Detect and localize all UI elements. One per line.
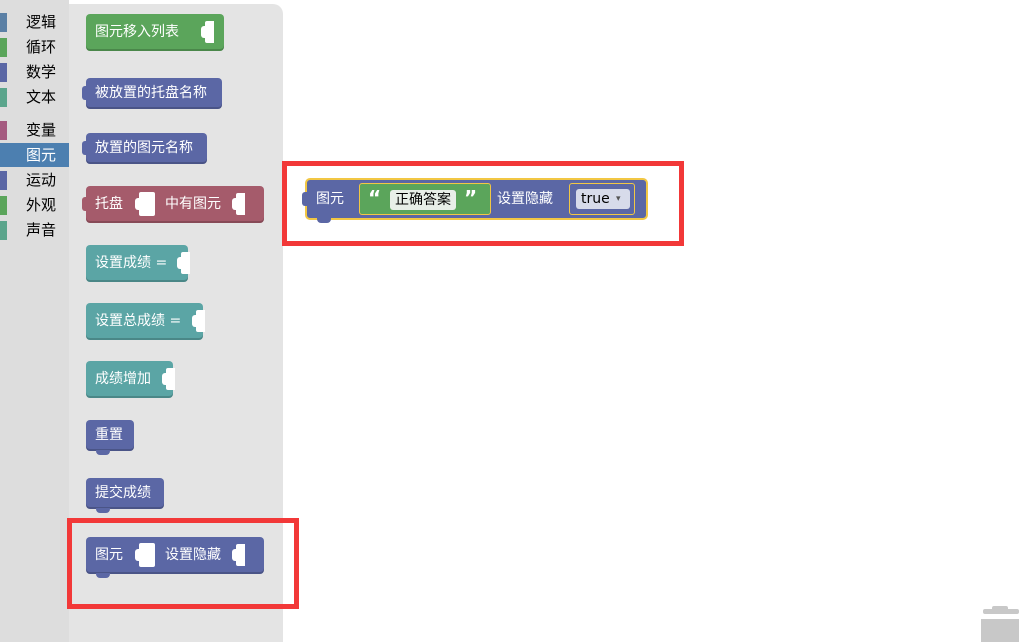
category-color-swatch — [0, 221, 7, 240]
dropdown-arrow-icon: ▾ — [616, 194, 621, 204]
category-label: 循环 — [26, 38, 57, 56]
block-label: 设置总成绩 = — [95, 313, 182, 329]
block-label: 图元 — [316, 191, 344, 207]
block-label: 放置的图元名称 — [95, 140, 193, 156]
block-placed-sprite-name[interactable]: 放置的图元名称 — [82, 133, 207, 164]
block-submit-score[interactable]: 提交成绩 — [86, 478, 164, 513]
output-connector — [82, 141, 88, 155]
block-sprite-set-hidden[interactable]: 图元 设置隐藏 — [86, 537, 264, 578]
next-connector — [317, 218, 331, 223]
category-color-swatch — [0, 13, 7, 32]
block-sprite-move-into-list[interactable]: 图元移入列表 — [86, 14, 224, 51]
block-label: 托盘 — [95, 196, 123, 212]
category-label: 数学 — [26, 63, 57, 81]
category-color-swatch — [0, 196, 7, 215]
input-socket — [135, 543, 155, 567]
block-label: 图元移入列表 — [95, 24, 179, 40]
category-label: 运动 — [26, 171, 57, 189]
block-label: 中有图元 — [165, 196, 221, 212]
category-sidebar: 逻辑 循环 数学 文本 变量 图元 运动 外观 声音 — [0, 0, 69, 642]
category-looks[interactable]: 外观 — [0, 193, 69, 217]
input-socket — [177, 252, 190, 274]
block-label: 成绩增加 — [95, 371, 151, 387]
category-label: 图元 — [26, 146, 57, 164]
block-reset[interactable]: 重置 — [86, 420, 134, 455]
input-socket — [192, 310, 205, 332]
category-color-swatch — [0, 88, 7, 107]
block-placed-tray-name[interactable]: 被放置的托盘名称 — [82, 78, 222, 109]
output-connector — [302, 192, 308, 206]
category-sound[interactable]: 声音 — [0, 218, 69, 242]
trash-lid — [983, 609, 1019, 614]
boolean-block[interactable]: true ▾ — [569, 183, 635, 215]
block-set-total-score[interactable]: 设置总成绩 = — [86, 303, 205, 340]
category-text[interactable]: 文本 — [0, 85, 69, 109]
block-score-increase[interactable]: 成绩增加 — [86, 361, 175, 398]
boolean-dropdown[interactable]: true ▾ — [576, 189, 630, 209]
category-variables[interactable]: 变量 — [0, 118, 69, 142]
block-label: 设置隐藏 — [165, 547, 221, 563]
input-socket — [232, 193, 245, 215]
category-loops[interactable]: 循环 — [0, 35, 69, 59]
category-color-swatch — [0, 121, 7, 140]
category-label: 文本 — [26, 88, 57, 106]
input-socket — [135, 192, 155, 216]
category-label: 声音 — [26, 221, 57, 239]
category-motion[interactable]: 运动 — [0, 168, 69, 192]
text-value-field[interactable]: 正确答案 — [390, 190, 456, 210]
block-label: 设置隐藏 — [497, 191, 553, 207]
block-set-score[interactable]: 设置成绩 = — [86, 245, 190, 282]
block-tray-has-sprite[interactable]: 托盘 中有图元 — [82, 186, 264, 223]
trash-can-icon[interactable] — [979, 606, 1021, 642]
output-connector — [82, 197, 88, 211]
input-socket — [162, 368, 175, 390]
block-label: 重置 — [95, 427, 123, 443]
category-label: 变量 — [26, 121, 57, 139]
category-math[interactable]: 数学 — [0, 60, 69, 84]
block-label: 被放置的托盘名称 — [95, 85, 207, 101]
open-quote-icon: “ — [368, 186, 382, 210]
category-color-swatch — [0, 38, 7, 57]
block-label: 图元 — [95, 547, 123, 563]
workspace-block-sprite-set-hidden[interactable]: 图元 “ 正确答案 ” 设置隐藏 true ▾ — [302, 178, 648, 223]
block-label: 设置成绩 = — [95, 255, 168, 271]
output-connector — [82, 86, 88, 100]
input-socket — [201, 21, 214, 43]
category-sprites[interactable]: 图元 — [0, 143, 69, 167]
category-label: 外观 — [26, 196, 57, 214]
block-label: 提交成绩 — [95, 485, 151, 501]
trash-bin — [981, 619, 1019, 642]
dropdown-value: true — [581, 191, 610, 207]
input-socket — [232, 544, 245, 566]
category-color-swatch — [0, 63, 7, 82]
category-logic[interactable]: 逻辑 — [0, 10, 69, 34]
category-label: 逻辑 — [26, 13, 57, 31]
category-color-swatch — [0, 171, 7, 190]
text-literal-block[interactable]: “ 正确答案 ” — [359, 183, 491, 215]
close-quote-icon: ” — [464, 186, 478, 210]
